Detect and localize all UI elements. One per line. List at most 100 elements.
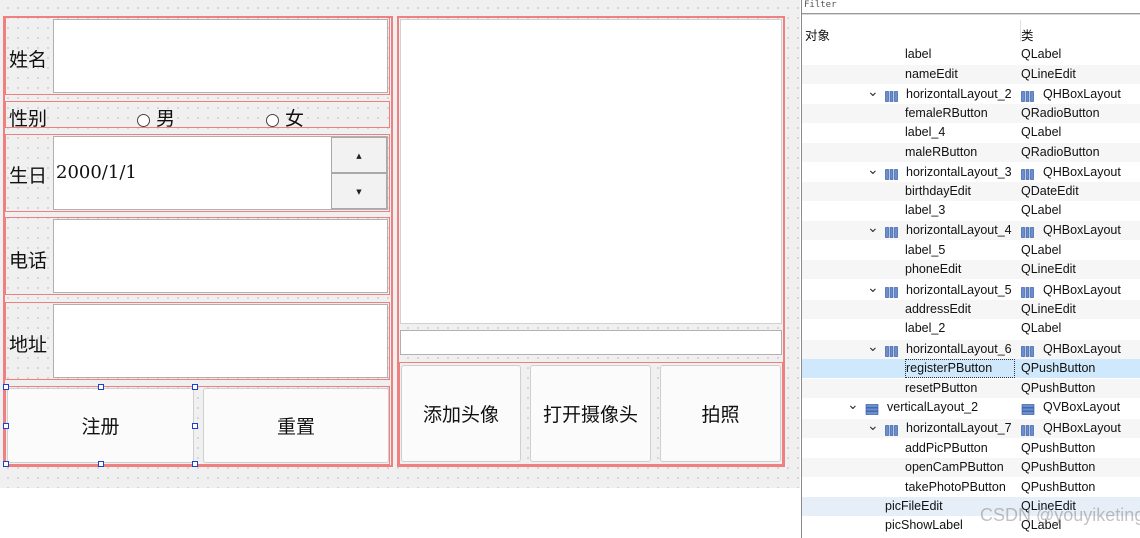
selection-handle[interactable] (192, 461, 198, 467)
tree-object-class: QRadioButton (1021, 106, 1100, 120)
tree-row[interactable]: ⌄ horizontalLayout_5 QHBoxLayout (802, 278, 1140, 300)
pic-file-input[interactable] (400, 330, 782, 355)
tree-row[interactable]: openCamPButton QPushButton (802, 458, 1140, 477)
tree-object-name: horizontalLayout_2 (906, 87, 1012, 101)
tree-object-class: QHBoxLayout (1043, 223, 1121, 237)
tree-row[interactable]: addressEdit QLineEdit (802, 300, 1140, 319)
add-pic-button[interactable]: 添加头像 (401, 365, 521, 462)
expand-arrow-icon[interactable]: ⌄ (867, 218, 879, 237)
radio-circle-icon (137, 113, 150, 127)
tree-object-class: QLabel (1021, 243, 1062, 257)
selection-handle[interactable] (3, 384, 9, 390)
object-inspector: Filter 对象 类 label QLabel nameEdit QLineEdit… (801, 0, 1140, 538)
address-label: 地址 (9, 334, 48, 356)
address-input[interactable] (53, 304, 388, 378)
tree-row[interactable]: label_5 QLabel (802, 241, 1140, 260)
expand-arrow-icon[interactable]: ⌄ (867, 160, 879, 179)
male-radio[interactable]: 男 (137, 104, 175, 131)
female-radio[interactable]: 女 (266, 104, 304, 131)
tree-row[interactable]: ⌄ horizontalLayout_6 QHBoxLayout (802, 337, 1140, 359)
vbox-layout-icon (865, 402, 879, 415)
tree-object-name: label_2 (905, 321, 946, 335)
tree-row[interactable]: ⌄ verticalLayout_2 QVBoxLayout (802, 395, 1140, 417)
expand-arrow-icon[interactable]: ⌄ (867, 416, 879, 435)
selection-handle[interactable] (3, 461, 9, 467)
tree-object-name: horizontalLayout_5 (906, 283, 1012, 297)
tree-object-name: phoneEdit (905, 262, 962, 276)
tree-object-class: QLabel (1021, 47, 1062, 61)
spin-up-button[interactable]: ▲ (331, 137, 387, 173)
tree-row[interactable]: label_2 QLabel (802, 319, 1140, 338)
expand-arrow-icon[interactable]: ⌄ (867, 278, 879, 297)
tree-object-name: horizontalLayout_6 (906, 342, 1012, 356)
tree-object-class: QRadioButton (1021, 145, 1100, 159)
radio-circle-icon (266, 113, 279, 127)
tree-object-class: QLineEdit (1021, 262, 1076, 276)
expand-arrow-icon[interactable]: ⌄ (867, 337, 879, 356)
tree-row[interactable]: takePhotoPButton QPushButton (802, 478, 1140, 497)
tree-row[interactable]: femaleRButton QRadioButton (802, 104, 1140, 123)
birthday-label: 生日 (9, 165, 48, 187)
tree-object-name: picFileEdit (885, 499, 943, 513)
tree-object-class: QLabel (1021, 203, 1062, 217)
tree-object-class: QPushButton (1021, 460, 1096, 474)
open-camera-button[interactable]: 打开摄像头 (530, 365, 651, 462)
tree-object-class: QHBoxLayout (1043, 165, 1121, 179)
selection-handle[interactable] (192, 384, 198, 390)
tree-object-name: horizontalLayout_7 (906, 421, 1012, 435)
tree-object-class: QVBoxLayout (1043, 400, 1121, 414)
tree-row[interactable]: registerPButton QPushButton (802, 359, 1140, 378)
birthday-value: 2000/1/1 (56, 162, 137, 183)
selection-handle[interactable] (3, 423, 9, 429)
gender-row-layout (5, 101, 390, 128)
selection-handle[interactable] (192, 423, 198, 429)
register-button[interactable]: 注册 (7, 388, 194, 463)
tree-object-name: addressEdit (905, 302, 972, 316)
tree-row[interactable]: phoneEdit QLineEdit (802, 260, 1140, 279)
tree-object-class: QPushButton (1021, 381, 1096, 395)
tree-object-name: horizontalLayout_4 (906, 223, 1012, 237)
tree-object-name: verticalLayout_2 (887, 400, 979, 414)
name-input[interactable] (53, 19, 388, 93)
tree-object-class: QPushButton (1021, 361, 1096, 375)
spin-down-button[interactable]: ▼ (331, 173, 387, 209)
tree-object-class: QPushButton (1021, 441, 1096, 455)
tree-object-class: QHBoxLayout (1043, 87, 1121, 101)
spin-down-icon: ▼ (356, 188, 362, 196)
expand-arrow-icon[interactable]: ⌄ (867, 82, 879, 101)
tree-row[interactable]: addPicPButton QPushButton (802, 439, 1140, 458)
tree-object-name: label_5 (905, 243, 946, 257)
take-photo-button[interactable]: 拍照 (660, 365, 781, 462)
hbox-layout-icon (885, 344, 899, 357)
tree-row[interactable]: birthdayEdit QDateEdit (802, 182, 1140, 201)
tree-row[interactable]: nameEdit QLineEdit (802, 65, 1140, 84)
tree-row[interactable]: label_4 QLabel (802, 123, 1140, 142)
tree-object-name: addPicPButton (905, 441, 988, 455)
tree-row[interactable]: label QLabel (802, 45, 1140, 64)
tree-row[interactable]: label_3 QLabel (802, 201, 1140, 220)
tree-object-name: femaleRButton (905, 106, 988, 120)
tree-object-name: registerPButton (905, 359, 1016, 378)
hbox-layout-icon (1021, 167, 1035, 180)
expand-arrow-icon[interactable]: ⌄ (847, 395, 859, 414)
tree-row[interactable]: ⌄ horizontalLayout_4 QHBoxLayout (802, 218, 1140, 240)
hbox-layout-icon (885, 167, 899, 180)
hbox-layout-icon (1021, 423, 1035, 436)
reset-button[interactable]: 重置 (203, 388, 389, 463)
hbox-layout-icon (1021, 344, 1035, 357)
tree-object-name: openCamPButton (905, 460, 1004, 474)
tree-row[interactable]: ⌄ horizontalLayout_2 QHBoxLayout (802, 82, 1140, 104)
tree-row[interactable]: maleRButton QRadioButton (802, 143, 1140, 162)
selection-handle[interactable] (98, 384, 104, 390)
phone-input[interactable] (53, 219, 388, 293)
tree-object-name: nameEdit (905, 67, 958, 81)
tree-object-class: QLineEdit (1021, 67, 1076, 81)
hbox-layout-icon (885, 225, 899, 238)
selection-handle[interactable] (98, 461, 104, 467)
male-radio-label: 男 (156, 108, 176, 130)
tree-row[interactable]: ⌄ horizontalLayout_3 QHBoxLayout (802, 160, 1140, 182)
object-tree[interactable]: label QLabel nameEdit QLineEdit ⌄ horizontalL… (802, 0, 1140, 538)
pic-show-label (400, 19, 782, 324)
tree-row[interactable]: ⌄ horizontalLayout_7 QHBoxLayout (802, 416, 1140, 438)
tree-object-class: QDateEdit (1021, 184, 1079, 198)
